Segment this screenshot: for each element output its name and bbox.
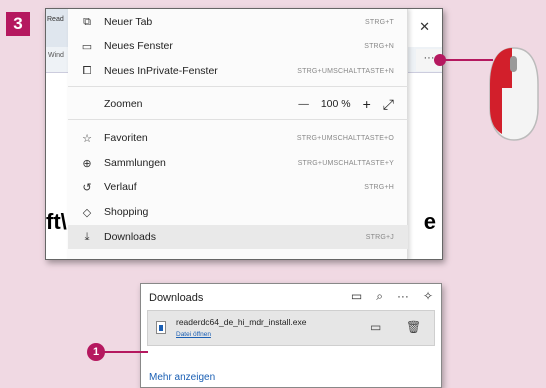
settings-menu: ⧉ Neuer Tab STRG+T ▭ Neues Fenster STRG+… <box>68 9 408 259</box>
downloads-header-actions: ▭ ⌕ ··· ✧ <box>337 289 433 304</box>
menu-item-shortcut: STRG+J <box>365 233 394 241</box>
search-icon[interactable]: ⌕ <box>376 289 383 304</box>
menu-item-label: Verlauf <box>104 181 137 193</box>
menu-item-shopping[interactable]: ◇ Shopping <box>68 201 408 223</box>
menu-item-label: Sammlungen <box>104 157 166 169</box>
inprivate-icon: ⧠ <box>82 64 92 77</box>
browser-screenshot: Read Wind ✕ ··· ft\ e ⧉ Neuer Tab STRG+T… <box>45 8 443 260</box>
zoom-value: 100 % <box>320 98 351 110</box>
zoom-out-button[interactable]: — <box>298 98 309 110</box>
menu-item-shortcut: STRG+UMSCHALTTASTE+Y <box>297 159 394 167</box>
callout-dot <box>434 54 446 66</box>
menu-item-collections[interactable]: ⊕ Sammlungen STRG+UMSCHALTTASTE+Y <box>68 152 408 174</box>
more-icon[interactable]: ··· <box>397 289 409 304</box>
new-window-icon: ▭ <box>81 40 93 53</box>
callout-line <box>104 351 148 353</box>
menu-item-shortcut: STRG+N <box>364 42 394 50</box>
background-tab[interactable]: Read <box>46 9 68 47</box>
show-in-folder-icon[interactable]: ▭ <box>370 320 381 334</box>
menu-item-new-inprivate-window[interactable]: ⧠ Neues InPrivate-Fenster STRG+UMSCHALTT… <box>68 60 408 82</box>
menu-divider <box>68 119 408 120</box>
menu-item-downloads[interactable]: ⤓ Downloads STRG+J <box>68 225 408 249</box>
menu-item-shortcut: STRG+T <box>364 18 394 26</box>
close-icon[interactable]: ✕ <box>419 19 430 35</box>
delete-icon[interactable]: 🗑 <box>406 320 421 334</box>
show-more-link[interactable]: Mehr anzeigen <box>149 372 215 383</box>
file-icon <box>156 321 166 334</box>
mouse-icon <box>489 47 539 141</box>
menu-item-shortcut: STRG+UMSCHALTTASTE+N <box>297 67 394 75</box>
downloads-panel: Downloads ▭ ⌕ ··· ✧ readerdc64_de_hi_mdr… <box>140 283 442 388</box>
history-icon: ↺ <box>82 181 92 194</box>
zoom-in-button[interactable]: + <box>363 96 371 112</box>
menu-item-favorites[interactable]: ☆ Favoriten STRG+UMSCHALTTASTE+O <box>68 127 408 149</box>
star-list-icon: ☆ <box>82 132 92 145</box>
open-file-link[interactable]: Datei öffnen <box>176 331 211 338</box>
zoom-controls: — 100 % + ⤢ <box>286 96 394 113</box>
menu-divider <box>68 86 408 87</box>
menu-item-label: Neuer Tab <box>104 16 153 28</box>
download-item[interactable]: readerdc64_de_hi_mdr_install.exe Datei ö… <box>147 310 435 346</box>
menu-item-shortcut: STRG+UMSCHALTTASTE+O <box>296 134 394 142</box>
menu-item-label: Favoriten <box>104 132 148 144</box>
downloads-title: Downloads <box>149 292 204 304</box>
download-icon: ⤓ <box>84 230 90 243</box>
fullscreen-icon[interactable]: ⤢ <box>383 96 394 113</box>
pin-icon[interactable]: ✧ <box>423 289 433 304</box>
page-heading-right: e <box>423 209 436 234</box>
zoom-label: Zoomen <box>104 98 143 110</box>
address-bar-text: Wind <box>48 52 64 59</box>
shopping-icon: ◇ <box>82 206 92 219</box>
menu-item-new-window[interactable]: ▭ Neues Fenster STRG+N <box>68 35 408 57</box>
step-badge: 3 <box>6 12 30 36</box>
menu-item-history[interactable]: ↺ Verlauf STRG+H <box>68 176 408 198</box>
folder-icon[interactable]: ▭ <box>351 289 362 304</box>
page-heading-left: ft\ <box>46 209 67 234</box>
menu-item-new-tab[interactable]: ⧉ Neuer Tab STRG+T <box>68 11 408 33</box>
callout-number-badge: 1 <box>87 343 105 361</box>
menu-item-label: Shopping <box>104 206 149 218</box>
menu-item-label: Neues InPrivate-Fenster <box>104 65 218 77</box>
menu-item-shortcut: STRG+H <box>364 183 394 191</box>
new-tab-icon: ⧉ <box>83 15 91 28</box>
menu-item-label: Neues Fenster <box>104 40 173 52</box>
menu-item-label: Downloads <box>104 231 156 243</box>
download-file-name: readerdc64_de_hi_mdr_install.exe <box>176 317 307 327</box>
collections-icon: ⊕ <box>82 157 92 170</box>
menu-item-zoom: Zoomen — 100 % + ⤢ <box>68 93 408 115</box>
